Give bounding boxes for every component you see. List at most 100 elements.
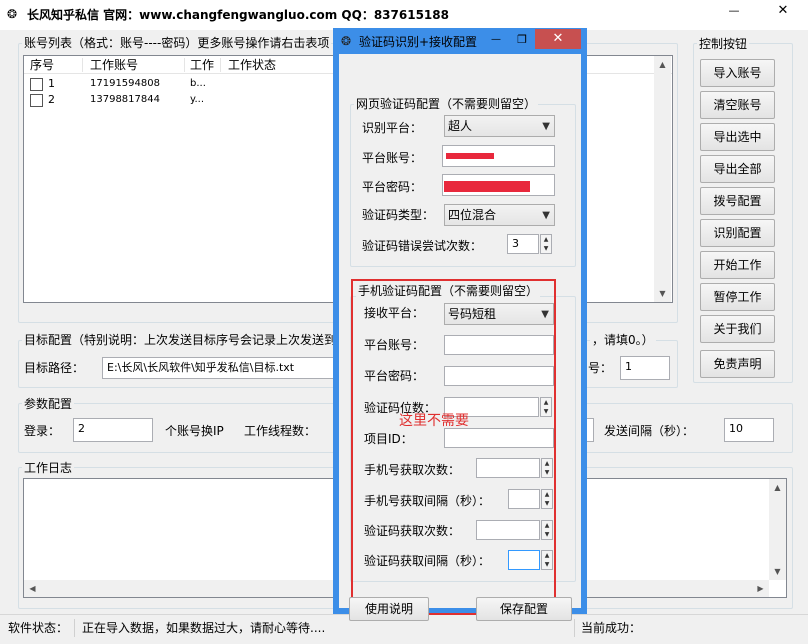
code-fetch-interval-label: 验证码获取间隔（秒）：	[364, 554, 491, 568]
captcha-retries-input[interactable]: 3	[507, 234, 539, 254]
code-fetch-count-label: 验证码获取次数：	[364, 524, 461, 538]
redaction-mark	[446, 153, 494, 159]
help-button[interactable]: 使用说明	[349, 597, 429, 621]
col-pwd[interactable]: 工作	[190, 58, 214, 72]
captcha-retries-label: 验证码错误尝试次数：	[362, 239, 483, 253]
phone-fetch-interval-input[interactable]	[508, 489, 540, 509]
row-no: 2	[48, 93, 55, 106]
platform-password-label: 平台密码：	[362, 180, 423, 194]
dial-config-button[interactable]: 拨号配置	[700, 187, 775, 215]
receive-platform-select[interactable]: 号码短租 ▼	[444, 303, 554, 325]
scroll-up-icon[interactable]: ▲	[769, 479, 786, 496]
captcha-retries-spinner[interactable]: ▲ ▼	[540, 234, 552, 254]
dialog-titlebar: ❂ 验证码识别+接收配置 — ❐ ✕	[333, 28, 587, 54]
row-account: 17191594808	[90, 78, 160, 89]
status-label: 软件状态：	[8, 621, 69, 635]
interval-input[interactable]: 10	[724, 418, 774, 442]
main-titlebar: ❂ 长风知乎私信 官网：www.changfengwangluo.com QQ：…	[0, 0, 808, 30]
interval-label: 发送间隔（秒）：	[604, 424, 695, 438]
chevron-down-icon: ▼	[542, 121, 550, 132]
row-checkbox[interactable]	[30, 93, 43, 107]
platform-account-label: 平台账号：	[362, 151, 423, 165]
col-account[interactable]: 工作账号	[90, 58, 138, 72]
code-fetch-count-spinner[interactable]: ▲ ▼	[541, 520, 553, 540]
dialog-restore-button[interactable]: ❐	[509, 30, 535, 50]
success-label: 当前成功：	[581, 621, 642, 635]
start-index-label: 号：	[588, 361, 613, 375]
col-status[interactable]: 工作状态	[228, 58, 276, 72]
dialog-app-icon: ❂	[341, 34, 352, 48]
login-input[interactable]: 2	[73, 418, 153, 442]
dialog-close-button[interactable]: ✕	[535, 29, 581, 49]
phone-platform-password-label: 平台密码：	[364, 369, 425, 383]
app-icon: ❂	[7, 7, 18, 21]
captcha-type-select[interactable]: 四位混合 ▼	[444, 204, 555, 226]
disclaimer-button[interactable]: 免责声明	[700, 350, 775, 378]
row-pwd: y...	[190, 94, 205, 105]
captcha-type-label: 验证码类型：	[362, 208, 435, 222]
phone-fetch-count-label: 手机号获取次数：	[364, 463, 461, 477]
clear-accounts-button[interactable]: 清空账号	[700, 91, 775, 119]
params-title: 参数配置	[22, 397, 75, 411]
dialog-title: 验证码识别+接收配置	[359, 35, 478, 49]
code-digits-spinner[interactable]: ▲ ▼	[540, 397, 552, 417]
phone-fetch-interval-spinner[interactable]: ▲ ▼	[541, 489, 553, 509]
log-vscroll[interactable]: ▲ ▼	[769, 479, 786, 580]
project-id-label: 项目ID：	[364, 432, 413, 446]
scroll-left-icon[interactable]: ◀	[24, 580, 41, 597]
captcha-config-button[interactable]: 识别配置	[700, 219, 775, 247]
target-config-tail: ，请填0。）	[590, 333, 656, 347]
scroll-down-icon[interactable]: ▼	[769, 563, 786, 580]
row-account: 13798817844	[90, 94, 160, 105]
phone-fetch-count-spinner[interactable]: ▲ ▼	[541, 458, 553, 478]
log-title: 工作日志	[22, 461, 75, 475]
row-checkbox[interactable]	[30, 77, 43, 91]
scroll-down-icon[interactable]: ▼	[654, 285, 671, 302]
phone-fetch-count-input[interactable]	[476, 458, 540, 478]
col-no[interactable]: 序号	[30, 58, 54, 72]
row-no: 1	[48, 77, 55, 90]
about-button[interactable]: 关于我们	[700, 315, 775, 343]
captcha-config-dialog: ❂ 验证码识别+接收配置 — ❐ ✕ 网页验证码配置（不需要则留空） 识别平台：…	[333, 28, 587, 621]
row-pwd: b...	[190, 78, 206, 89]
recognition-platform-label: 识别平台：	[362, 121, 423, 135]
phone-platform-account-input[interactable]	[444, 335, 554, 355]
table-vscroll[interactable]: ▲ ▼	[654, 56, 671, 302]
export-all-button[interactable]: 导出全部	[700, 155, 775, 183]
threads-label: 工作线程数：	[244, 424, 317, 438]
project-id-input[interactable]	[444, 428, 554, 448]
login-label: 登录：	[24, 424, 61, 438]
pause-work-button[interactable]: 暂停工作	[700, 283, 775, 311]
phone-platform-password-input[interactable]	[444, 366, 554, 386]
status-message: 正在导入数据，如果数据过大，请耐心等待....	[82, 621, 326, 635]
receive-platform-label: 接收平台：	[364, 306, 425, 320]
export-selected-button[interactable]: 导出选中	[700, 123, 775, 151]
import-accounts-button[interactable]: 导入账号	[700, 59, 775, 87]
recognition-platform-select[interactable]: 超人 ▼	[444, 115, 555, 137]
start-index-input[interactable]: 1	[620, 356, 670, 380]
scroll-up-icon[interactable]: ▲	[654, 56, 671, 73]
code-fetch-interval-spinner[interactable]: ▲ ▼	[541, 550, 553, 570]
target-path-label: 目标路径：	[24, 361, 85, 375]
close-button[interactable]: ✕	[760, 0, 806, 22]
annotation-text: 这里不需要	[399, 413, 469, 429]
platform-password-input[interactable]	[442, 174, 555, 196]
target-config-title: 目标配置（特别说明：上次发送目标序号会记录上次发送到	[22, 333, 339, 347]
account-list-title: 账号列表（格式：账号----密码）更多账号操作请右击表项	[22, 36, 332, 50]
platform-account-input[interactable]	[442, 145, 555, 167]
phone-fetch-interval-label: 手机号获取间隔（秒）：	[364, 494, 491, 508]
minimize-button[interactable]: —	[722, 4, 746, 17]
web-captcha-title: 网页验证码配置（不需要则留空）	[354, 97, 539, 111]
save-config-button[interactable]: 保存配置	[476, 597, 572, 621]
phone-platform-account-label: 平台账号：	[364, 338, 425, 352]
code-fetch-interval-input[interactable]	[508, 550, 540, 570]
scroll-right-icon[interactable]: ▶	[752, 580, 769, 597]
target-path-input[interactable]: E:\长风\长风软件\知乎发私信\目标.txt	[102, 357, 334, 379]
chevron-down-icon: ▼	[542, 210, 550, 221]
chevron-down-icon: ▼	[541, 309, 549, 320]
dialog-minimize-button[interactable]: —	[483, 30, 509, 50]
dialog-body: 网页验证码配置（不需要则留空） 识别平台： 超人 ▼ 平台账号： 平台密码： 验证…	[339, 54, 581, 621]
code-fetch-count-input[interactable]	[476, 520, 540, 540]
main-window-title: 长风知乎私信 官网：www.changfengwangluo.com QQ：83…	[27, 8, 449, 22]
start-work-button[interactable]: 开始工作	[700, 251, 775, 279]
